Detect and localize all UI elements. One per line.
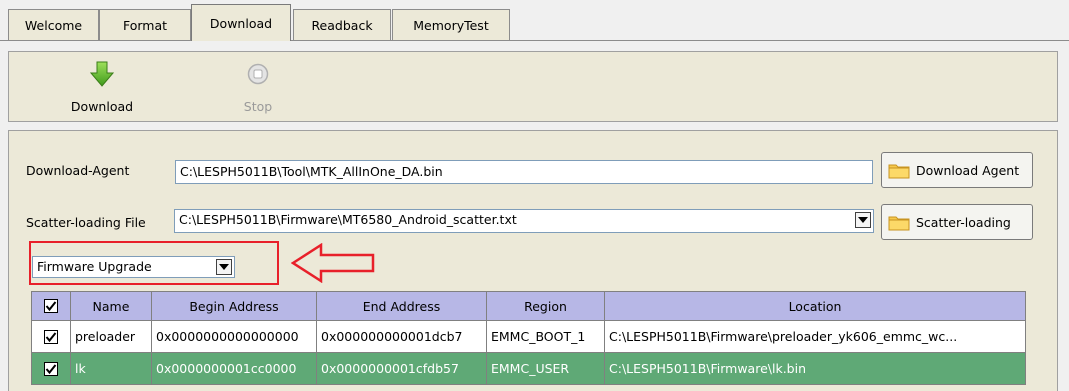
stop-button[interactable]: Stop xyxy=(213,52,303,123)
scatter-loading-label: Scatter-loading File xyxy=(26,215,146,230)
cell-end-address: 0x000000000001dcb7 xyxy=(317,321,487,353)
tab-label: Readback xyxy=(311,17,373,33)
cell-location[interactable]: C:\LESPH5011B\Firmware\lk.bin xyxy=(605,353,1026,385)
row-checkbox-cell[interactable] xyxy=(31,321,71,353)
tab-label: Welcome xyxy=(24,17,83,33)
table-header: Name Begin Address End Address Region Lo… xyxy=(31,291,1026,321)
tab-label: MemoryTest xyxy=(413,17,489,33)
tab-bar: Welcome Format Download Readback MemoryT… xyxy=(0,0,1069,41)
scatter-loading-button-label: Scatter-loading xyxy=(916,214,1011,230)
table-row-selected[interactable]: lk 0x0000000001cc0000 0x0000000001cfdb57… xyxy=(31,353,1026,385)
download-agent-label: Download-Agent xyxy=(26,163,130,178)
stop-icon xyxy=(246,61,270,87)
select-all-checkbox-cell[interactable] xyxy=(31,291,71,321)
download-mode-value: Firmware Upgrade xyxy=(37,259,152,274)
tab-download[interactable]: Download xyxy=(191,4,291,41)
column-header-location[interactable]: Location xyxy=(605,291,1026,321)
download-agent-button[interactable]: Download Agent xyxy=(881,152,1033,188)
cell-name: preloader xyxy=(71,321,152,353)
folder-icon xyxy=(888,162,910,179)
scatter-file-value: C:\LESPH5011B\Firmware\MT6580_Android_sc… xyxy=(179,212,517,227)
cell-name: lk xyxy=(71,353,152,385)
cell-region: EMMC_BOOT_1 xyxy=(487,321,605,353)
download-agent-button-label: Download Agent xyxy=(916,162,1020,178)
folder-icon xyxy=(888,214,910,231)
tab-label: Format xyxy=(122,17,168,33)
cell-begin-address: 0x0000000001cc0000 xyxy=(152,353,317,385)
tab-readback[interactable]: Readback xyxy=(293,9,391,40)
cell-begin-address: 0x0000000000000000 xyxy=(152,321,317,353)
download-mode-select[interactable]: Firmware Upgrade xyxy=(32,256,235,278)
row-checkbox-cell[interactable] xyxy=(31,353,71,385)
tab-format[interactable]: Format xyxy=(99,9,191,40)
tab-divider xyxy=(0,40,1069,41)
tab-label: Download xyxy=(209,15,273,31)
download-agent-field[interactable]: C:\LESPH5011B\Tool\MTK_AllInOne_DA.bin xyxy=(175,160,873,184)
left-arrow-icon xyxy=(290,242,375,286)
chevron-down-icon[interactable] xyxy=(216,259,232,275)
column-header-begin-address[interactable]: Begin Address xyxy=(152,291,317,321)
scatter-loading-button[interactable]: Scatter-loading xyxy=(881,204,1033,240)
check-icon[interactable] xyxy=(44,299,58,313)
column-header-end-address[interactable]: End Address xyxy=(317,291,487,321)
tab-welcome[interactable]: Welcome xyxy=(8,9,99,40)
column-header-name[interactable]: Name xyxy=(71,291,152,321)
download-label: Download xyxy=(70,99,134,114)
column-header-region[interactable]: Region xyxy=(487,291,605,321)
scatter-file-select[interactable]: C:\LESPH5011B\Firmware\MT6580_Android_sc… xyxy=(174,209,874,233)
check-icon[interactable] xyxy=(44,361,58,376)
table-row[interactable]: preloader 0x0000000000000000 0x000000000… xyxy=(31,321,1026,353)
cell-location[interactable]: C:\LESPH5011B\Firmware\preloader_yk606_e… xyxy=(605,321,1026,353)
check-icon[interactable] xyxy=(44,329,58,344)
toolbar: Download Stop xyxy=(8,51,1058,122)
down-arrow-icon xyxy=(90,61,114,87)
cell-end-address: 0x0000000001cfdb57 xyxy=(317,353,487,385)
download-settings-panel: Download-Agent C:\LESPH5011B\Tool\MTK_Al… xyxy=(8,130,1058,391)
download-button[interactable]: Download xyxy=(57,52,147,123)
chevron-down-icon[interactable] xyxy=(855,212,871,228)
stop-label: Stop xyxy=(243,99,273,114)
tab-memorytest[interactable]: MemoryTest xyxy=(392,9,510,40)
cell-region: EMMC_USER xyxy=(487,353,605,385)
